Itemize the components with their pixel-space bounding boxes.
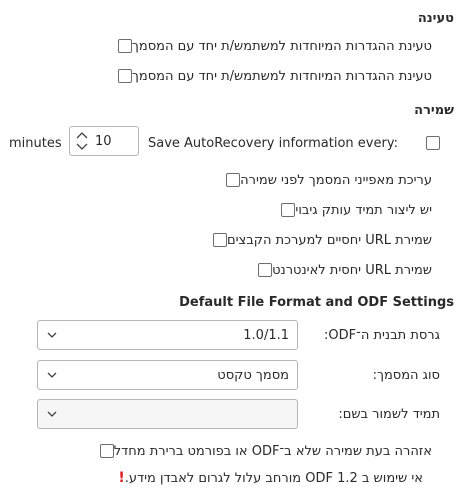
- chevron-down-icon: [47, 411, 57, 417]
- checkbox-label: טעינת ההגדרות המיוחדות למשתמש/ת יחד עם ה…: [131, 38, 432, 54]
- odf-version-value: 1.0/1.1: [243, 328, 289, 343]
- odf-version-label: גרסת תבנית ה־ODF:: [324, 328, 440, 343]
- checkbox-box[interactable]: [117, 69, 132, 83]
- document-type-label: סוג המסמך:: [372, 368, 440, 383]
- checkbox-label: אזהרה בעת שמירה שלא ב־ODF או בפורמט בריר…: [113, 443, 432, 459]
- always-backup-checkbox[interactable]: יש ליצור תמיד עותק גיבוי: [281, 200, 440, 220]
- checkbox-box[interactable]: [258, 263, 273, 277]
- autorecovery-checkbox[interactable]: [426, 136, 440, 150]
- checkbox-label: שמירת URL יחסית לאינטרנט: [272, 262, 432, 278]
- save-heading: שמירה: [414, 103, 454, 118]
- odf-version-select[interactable]: 1.0/1.1: [37, 320, 298, 350]
- checkbox-label: יש ליצור תמיד עותק גיבוי: [295, 202, 432, 218]
- load-heading: טעינה: [417, 11, 454, 26]
- odf-warning: ! אי שימוש ב 1.2 ODF מורחב עלול לגרום לא…: [108, 470, 423, 486]
- relative-url-internet-checkbox[interactable]: שמירת URL יחסית לאינטרנט: [258, 260, 440, 280]
- checkbox-box[interactable]: [212, 233, 227, 247]
- checkbox-box[interactable]: [281, 203, 296, 217]
- checkbox-label: טעינת ההגדרות המיוחדות למשתמש/ת יחד עם ה…: [131, 68, 432, 84]
- relative-url-filesystem-checkbox[interactable]: שמירת URL יחסיים למערכת הקבצים: [212, 230, 440, 250]
- checkbox-box[interactable]: [99, 444, 114, 458]
- load-user-settings-checkbox[interactable]: טעינת ההגדרות המיוחדות למשתמש/ת יחד עם ה…: [117, 36, 440, 56]
- warn-non-odf-checkbox[interactable]: אזהרה בעת שמירה שלא ב־ODF או בפורמט בריר…: [99, 441, 440, 461]
- checkbox-label: עריכת מאפייני המסמך לפני שמירה: [240, 172, 432, 188]
- edit-doc-properties-checkbox[interactable]: עריכת מאפייני המסמך לפני שמירה: [226, 170, 440, 190]
- checkbox-label: שמירת URL יחסיים למערכת הקבצים: [226, 232, 432, 248]
- chevron-down-icon: [47, 372, 57, 378]
- exclamation-icon: !: [118, 470, 125, 486]
- checkbox-box[interactable]: [117, 39, 132, 53]
- checkbox-box[interactable]: [226, 173, 241, 187]
- chevron-down-icon: [47, 332, 57, 338]
- spin-value[interactable]: 10: [95, 134, 112, 149]
- always-save-as-select[interactable]: [37, 399, 298, 429]
- load-printer-settings-checkbox[interactable]: טעינת ההגדרות המיוחדות למשתמש/ת יחד עם ה…: [117, 66, 440, 86]
- minutes-unit-label: minutes: [9, 136, 62, 151]
- autorecovery-label: Save AutoRecovery information every:: [148, 136, 398, 151]
- odf-heading: Default File Format and ODF Settings: [179, 295, 454, 310]
- document-type-select[interactable]: מסמך טקסט: [37, 360, 298, 390]
- spin-arrows-icon[interactable]: [75, 127, 91, 155]
- document-type-value: מסמך טקסט: [217, 368, 289, 383]
- odf-warning-text: אי שימוש ב 1.2 ODF מורחב עלול לגרום לאבד…: [124, 470, 423, 486]
- always-save-as-label: תמיד לשמור בשם:: [338, 407, 440, 422]
- autorecovery-minutes-spinbox[interactable]: 10: [69, 126, 139, 156]
